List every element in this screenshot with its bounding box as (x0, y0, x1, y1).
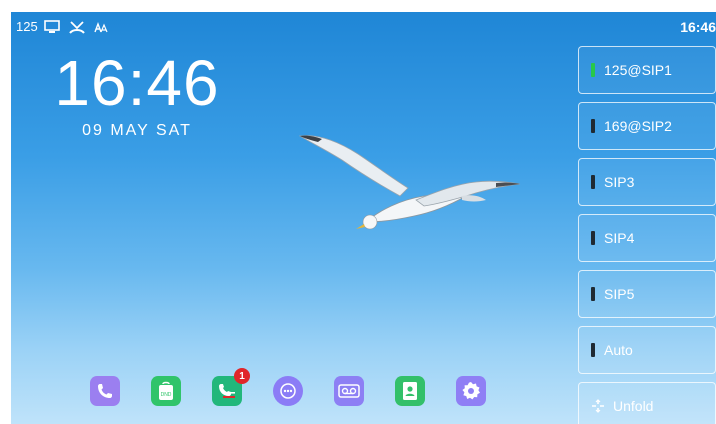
home-screen: 125 16:46 16:46 09 MAY SAT 125@SIP1 169@… (11, 12, 716, 424)
phone-app[interactable] (90, 376, 120, 406)
unfold-label: Unfold (613, 398, 654, 414)
line-key-label: SIP5 (604, 286, 635, 302)
phone-icon (98, 384, 112, 398)
line-key-5[interactable]: SIP5 (578, 270, 716, 318)
line-key-4[interactable]: SIP4 (578, 214, 716, 262)
voicemail-icon (338, 384, 360, 398)
call-history-icon (219, 384, 235, 398)
line-status-indicator (591, 287, 595, 301)
network-icon (43, 19, 60, 34)
dnd-app[interactable]: DND (151, 376, 181, 406)
more-icon (280, 383, 296, 399)
line-key-3[interactable]: SIP3 (578, 158, 716, 206)
missed-call-icon (68, 20, 85, 34)
auto-answer-icon (94, 21, 108, 33)
unfold-icon (591, 399, 605, 413)
status-left: 125 (16, 19, 117, 34)
voicemail-app[interactable] (334, 376, 364, 406)
line-key-label: SIP3 (604, 174, 635, 190)
dnd-icon: DND (159, 381, 173, 400)
line-status-indicator (591, 63, 595, 77)
clock-time: 16:46 (54, 47, 220, 119)
clock-widget: 16:46 09 MAY SAT (47, 44, 227, 140)
seagull-image (296, 130, 521, 245)
line-key-label: 169@SIP2 (604, 118, 672, 134)
line-key-6[interactable]: Auto (578, 326, 716, 374)
settings-app[interactable] (456, 376, 486, 406)
notification-badge: 1 (234, 368, 250, 384)
line-status-indicator (591, 119, 595, 133)
call-log-app[interactable]: 1 (212, 368, 250, 406)
app-dock: DND 1 (90, 368, 517, 406)
contacts-app[interactable] (395, 376, 425, 406)
svg-text:DND: DND (161, 392, 172, 398)
line-key-panel: 125@SIP1 169@SIP2 SIP3 SIP4 SIP5 Auto Un… (578, 46, 716, 424)
more-app[interactable] (273, 376, 303, 406)
line-status-indicator (591, 343, 595, 357)
line-key-1[interactable]: 125@SIP1 (578, 46, 716, 94)
contacts-icon (403, 382, 417, 400)
line-key-label: Auto (604, 342, 633, 358)
line-status-indicator (591, 231, 595, 245)
line-key-label: SIP4 (604, 230, 635, 246)
line-key-label: 125@SIP1 (604, 62, 672, 78)
line-status-indicator (591, 175, 595, 189)
unfold-button[interactable]: Unfold (578, 382, 716, 424)
status-bar: 125 16:46 (11, 12, 716, 42)
clock-date: 09 MAY SAT (82, 122, 192, 139)
line-key-2[interactable]: 169@SIP2 (578, 102, 716, 150)
settings-icon (462, 382, 480, 400)
status-time: 16:46 (680, 19, 716, 35)
extension-number: 125 (16, 19, 38, 34)
